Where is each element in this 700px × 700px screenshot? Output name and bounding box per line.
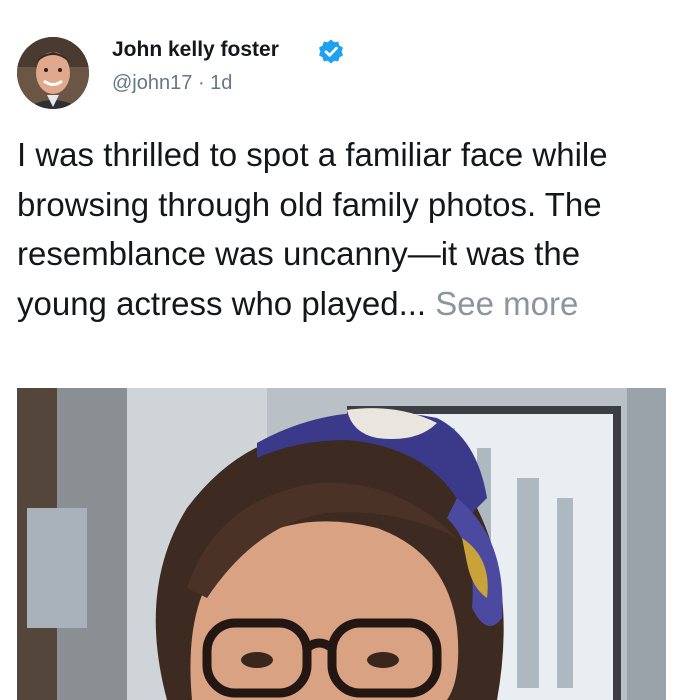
verified-badge-icon (317, 38, 345, 66)
social-post: John kelly foster @john17 · 1d I was thr… (0, 0, 700, 700)
author-handle[interactable]: @john17 (112, 72, 192, 94)
post-photo[interactable] (17, 388, 666, 700)
post-text: I was thrilled to spot a familiar face w… (17, 130, 677, 328)
author-name[interactable]: John kelly foster (112, 38, 279, 62)
see-more-link[interactable]: See more (435, 285, 578, 322)
author-avatar[interactable] (17, 37, 89, 109)
meta-separator: · (197, 72, 205, 94)
post-timestamp[interactable]: 1d (210, 72, 232, 94)
post-meta: @john17 · 1d (112, 72, 232, 95)
